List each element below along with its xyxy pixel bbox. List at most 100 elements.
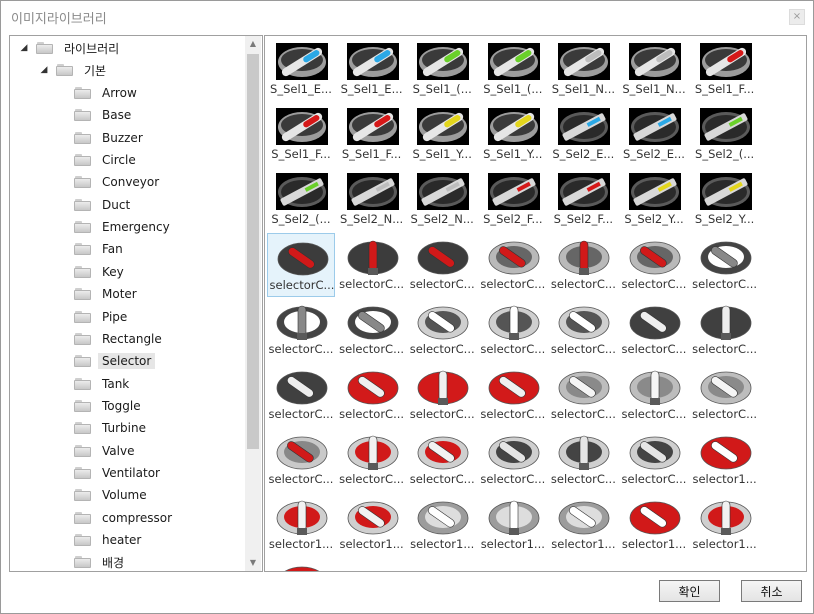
image-grid-item[interactable]: S_Sel2_(... <box>267 168 335 232</box>
image-grid-item[interactable]: selectorC... <box>267 298 335 362</box>
selector-ring-silver-diag-icon <box>417 501 469 535</box>
image-grid-item[interactable]: S_Sel1_Y... <box>479 103 547 167</box>
scroll-thumb[interactable] <box>247 54 259 449</box>
image-grid-item[interactable]: selectorC... <box>338 298 406 362</box>
expand-arrow-icon[interactable]: ◢ <box>18 43 30 53</box>
tree-item-leaf[interactable]: Rectangle <box>74 329 162 349</box>
image-grid-item[interactable]: S_Sel1_N... <box>620 38 688 102</box>
image-grid-item[interactable]: S_Sel1_(... <box>479 38 547 102</box>
tree-item-leaf[interactable]: Conveyor <box>74 172 159 192</box>
image-grid-item[interactable]: S_Sel2_F... <box>479 168 547 232</box>
image-grid-item[interactable]: selectorC... <box>479 363 547 427</box>
image-grid-item[interactable]: selectorC... <box>479 428 547 492</box>
scroll-down-icon[interactable]: ▼ <box>245 555 261 571</box>
tree-item-leaf[interactable]: Moter <box>74 284 137 304</box>
image-grid-item[interactable]: S_Sel2_N... <box>408 168 476 232</box>
tree-item-label: Buzzer <box>102 130 143 145</box>
tree-item-leaf[interactable]: Key <box>74 262 124 282</box>
image-grid-item[interactable]: S_Sel2_N... <box>338 168 406 232</box>
image-grid-item[interactable]: selectorC... <box>267 428 335 492</box>
image-grid-item[interactable]: selectorC... <box>479 233 547 297</box>
image-grid-item[interactable]: selectorC... <box>620 428 688 492</box>
image-grid-item[interactable]: S_Sel2_(... <box>691 103 759 167</box>
tree-item-label: Volume <box>102 488 147 503</box>
image-grid-item[interactable]: S_Sel1_E... <box>267 38 335 102</box>
image-grid-item[interactable]: selector1... <box>620 493 688 557</box>
image-grid-item[interactable]: selectorC... <box>267 233 335 297</box>
image-grid-item[interactable]: selector1... <box>267 493 335 557</box>
tree-item-leaf[interactable]: Circle <box>74 150 136 170</box>
image-grid-item[interactable]: selectorC... <box>549 233 617 297</box>
image-grid-item[interactable]: selectorC... <box>549 363 617 427</box>
image-grid-item[interactable]: selector1... <box>479 493 547 557</box>
image-grid-item-label: selectorC... <box>621 277 687 291</box>
tree-item-leaf[interactable]: Pipe <box>74 307 127 327</box>
tree-item-leaf[interactable]: Arrow <box>74 83 137 103</box>
image-grid-item[interactable]: S_Sel2_F... <box>549 168 617 232</box>
tree-item-leaf[interactable]: Toggle <box>74 396 141 416</box>
scroll-up-icon[interactable]: ▲ <box>245 36 261 52</box>
image-grid-item[interactable]: S_Sel1_F... <box>338 103 406 167</box>
image-grid-item[interactable]: selectorC... <box>549 428 617 492</box>
image-grid-item[interactable]: selectorC... <box>620 233 688 297</box>
image-grid-item[interactable]: selectorC... <box>338 363 406 427</box>
expand-arrow-icon[interactable]: ◢ <box>38 65 50 75</box>
image-grid-item[interactable]: S_Sel1_N... <box>549 38 617 102</box>
image-grid-item[interactable]: S_Sel1_F... <box>691 38 759 102</box>
cancel-button[interactable]: 취소 <box>741 580 802 602</box>
tree-item-leaf[interactable]: heater <box>74 530 141 550</box>
image-grid-item[interactable]: selector1... <box>691 428 759 492</box>
tree-item-leaf[interactable]: Emergency <box>74 217 170 237</box>
lever-green-icon <box>417 43 470 80</box>
tree-item-leaf[interactable]: 배경 <box>74 552 124 571</box>
image-grid-item[interactable]: selector1... <box>691 493 759 557</box>
image-grid-item[interactable]: selectorC... <box>691 298 759 362</box>
image-grid-item[interactable]: selectorC... <box>549 298 617 362</box>
tree-scrollbar[interactable]: ▲ ▼ <box>245 36 261 571</box>
image-grid-item[interactable]: S_Sel1_F... <box>267 103 335 167</box>
image-grid-item[interactable]: selector1... <box>267 558 335 571</box>
tree-item-leaf[interactable]: Tank <box>74 374 129 394</box>
image-grid-item[interactable]: selectorC... <box>691 363 759 427</box>
tree-item-leaf[interactable]: Buzzer <box>74 128 143 148</box>
image-grid-item[interactable]: S_Sel1_E... <box>338 38 406 102</box>
image-grid-item[interactable]: S_Sel2_Y... <box>620 168 688 232</box>
close-button[interactable]: × <box>789 9 805 25</box>
image-grid-item-label: selector1... <box>692 537 757 551</box>
tree-item-leaf[interactable]: compressor <box>74 508 172 528</box>
image-grid-item[interactable]: selectorC... <box>408 298 476 362</box>
image-grid-item[interactable]: selectorC... <box>408 233 476 297</box>
tree-item-leaf[interactable]: Selector <box>74 351 156 371</box>
ok-button[interactable]: 확인 <box>659 580 720 602</box>
image-grid-item[interactable]: selector1... <box>338 493 406 557</box>
image-grid-item[interactable]: selectorC... <box>691 233 759 297</box>
image-grid-item[interactable]: S_Sel2_Y... <box>691 168 759 232</box>
tree-item-leaf[interactable]: Turbine <box>74 418 146 438</box>
tree-item-leaf[interactable]: Duct <box>74 195 130 215</box>
image-grid-item[interactable]: selectorC... <box>408 363 476 427</box>
image-grid-item[interactable]: S_Sel2_E... <box>549 103 617 167</box>
image-grid-item[interactable]: selectorC... <box>620 363 688 427</box>
image-grid-item[interactable]: selectorC... <box>620 298 688 362</box>
slot-gray-icon <box>417 173 470 210</box>
image-grid-item[interactable]: selectorC... <box>267 363 335 427</box>
tree-item-leaf[interactable]: Valve <box>74 441 134 461</box>
image-grid-item[interactable]: selectorC... <box>338 428 406 492</box>
image-grid-item[interactable]: selector1... <box>549 493 617 557</box>
image-grid-item[interactable]: S_Sel1_(... <box>408 38 476 102</box>
image-grid-item[interactable]: selectorC... <box>338 233 406 297</box>
tree-item-root[interactable]: ◢ 라이브러리 <box>18 38 120 58</box>
tree-item-group[interactable]: ◢ 기본 <box>38 60 107 80</box>
tree-item-leaf[interactable]: Fan <box>74 239 123 259</box>
selector-silver-red-diag-icon <box>488 241 540 275</box>
folder-icon <box>74 198 91 211</box>
tree-item-leaf[interactable]: Volume <box>74 485 147 505</box>
image-grid-item[interactable]: selectorC... <box>479 298 547 362</box>
image-grid-item[interactable]: S_Sel1_Y... <box>408 103 476 167</box>
image-grid-item[interactable]: selector1... <box>408 493 476 557</box>
tree-item-leaf[interactable]: Ventilator <box>74 463 160 483</box>
image-grid-item[interactable]: selectorC... <box>408 428 476 492</box>
tree-item-leaf[interactable]: Base <box>74 105 131 125</box>
image-grid-item[interactable]: S_Sel2_E... <box>620 103 688 167</box>
folder-icon <box>74 377 91 390</box>
